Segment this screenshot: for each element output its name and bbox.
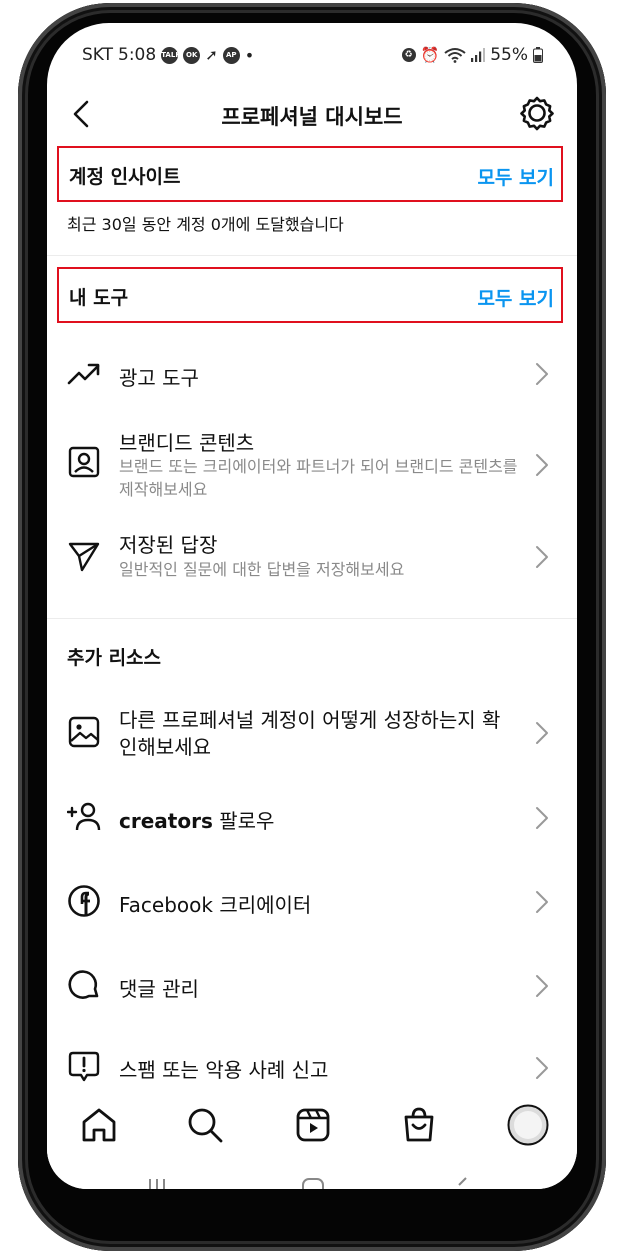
report-abuse-title: 스팸 또는 악용 사례 신고 [119, 1058, 329, 1082]
creators-name: creators [119, 809, 213, 833]
insights-see-all-link[interactable]: 모두 보기 [477, 163, 554, 190]
chevron-right-icon [536, 454, 548, 476]
image-icon [68, 716, 100, 748]
bottom-tab-bar [47, 1095, 577, 1155]
follow-label: 팔로우 [212, 809, 275, 833]
status-bar: SKT 5:08 TALK OK ➚ AP • ♻ ⏰ 55% [47, 23, 577, 83]
battery-label: 55% [490, 45, 528, 65]
report-abuse-row[interactable]: 스팸 또는 악용 사례 신고 [47, 1039, 577, 1095]
profile-avatar[interactable] [507, 1104, 549, 1146]
add-person-icon [67, 802, 101, 831]
chevron-right-icon [536, 546, 548, 568]
my-tools-header: 내 도구 모두 보기 [57, 267, 563, 323]
send-icon [68, 542, 100, 572]
ap-icon: AP [222, 46, 240, 64]
profile-card-icon [68, 446, 100, 478]
follow-creators-title: creators 팔로우 [119, 805, 274, 834]
talk-icon: TALK [161, 46, 181, 64]
account-insights-header: 계정 인사이트 모두 보기 [57, 146, 563, 202]
search-icon[interactable] [185, 1105, 225, 1145]
insights-summary: 최근 30일 동안 계정 0개에 도달했습니다 [67, 215, 344, 234]
more-resources-label: 추가 리소스 [67, 647, 162, 669]
branded-content-row[interactable]: 브랜디드 콘텐츠 브랜드 또는 크리에이터와 파트너가 되어 브랜디드 콘텐츠를… [47, 421, 577, 507]
facebook-creator-title: Facebook 크리에이터 [119, 893, 312, 917]
home-button-icon[interactable] [301, 1175, 325, 1189]
chevron-right-icon [536, 807, 548, 829]
recent-apps-icon[interactable] [147, 1175, 167, 1189]
report-icon [68, 1051, 100, 1082]
ok-icon: OK [183, 46, 201, 64]
chevron-right-icon [536, 975, 548, 997]
dot-icon: • [244, 45, 255, 65]
chevron-right-icon [536, 1057, 548, 1079]
trending-up-icon [67, 363, 100, 385]
divider [47, 618, 577, 619]
facebook-icon [68, 885, 100, 917]
comment-management-title: 댓글 관리 [119, 977, 199, 1001]
arrow-icon: ➚ [205, 46, 218, 64]
saved-replies-row[interactable]: 저장된 답장 일반적인 질문에 대한 답변을 저장해보세요 [47, 523, 577, 589]
shop-icon[interactable] [399, 1105, 439, 1145]
status-left: SKT 5:08 TALK OK ➚ AP • [82, 45, 254, 65]
follow-creators-row[interactable]: creators 팔로우 [47, 787, 577, 847]
screen: SKT 5:08 TALK OK ➚ AP • ♻ ⏰ 55% 프로페셔널 대시… [47, 23, 577, 1189]
reels-icon[interactable] [293, 1105, 333, 1145]
ad-tools-title: 광고 도구 [119, 366, 199, 390]
system-nav-bar [47, 1155, 577, 1189]
gear-icon[interactable] [519, 95, 555, 131]
status-right: ♻ ⏰ 55% [401, 45, 543, 65]
wifi-icon [444, 48, 466, 63]
facebook-creator-row[interactable]: Facebook 크리에이터 [47, 871, 577, 931]
growth-tips-title: 다른 프로페셔널 계정이 어떻게 성장하는지 확인해보세요 [119, 708, 501, 759]
page-title: 프로페셔널 대시보드 [221, 105, 403, 129]
account-insights-label: 계정 인사이트 [69, 166, 181, 188]
comment-management-row[interactable]: 댓글 관리 [47, 955, 577, 1015]
chevron-right-icon [536, 891, 548, 913]
tools-see-all-link[interactable]: 모두 보기 [477, 284, 554, 311]
branded-content-subtitle: 브랜드 또는 크리에이터와 파트너가 되어 브랜디드 콘텐츠를 제작해보세요 [119, 457, 518, 499]
my-tools-label: 내 도구 [69, 287, 129, 309]
carrier-label: SKT [82, 45, 114, 65]
branded-content-title: 브랜디드 콘텐츠 [119, 431, 255, 455]
top-bar: 프로페셔널 대시보드 [47, 83, 577, 143]
comment-icon [68, 970, 99, 999]
chevron-right-icon [536, 722, 548, 744]
growth-tips-row[interactable]: 다른 프로페셔널 계정이 어떻게 성장하는지 확인해보세요 [47, 699, 577, 765]
ad-tools-row[interactable]: 광고 도구 [47, 343, 577, 405]
clock: 5:08 [118, 45, 157, 65]
saved-replies-subtitle: 일반적인 질문에 대한 답변을 저장해보세요 [119, 560, 405, 579]
divider [47, 255, 577, 256]
saved-replies-title: 저장된 답장 [119, 533, 218, 557]
signal-icon [471, 48, 486, 62]
recycle-icon: ♻ [401, 48, 416, 62]
home-icon[interactable] [79, 1105, 119, 1145]
back-button-icon[interactable] [455, 1175, 469, 1189]
alarm-icon: ⏰ [420, 46, 440, 64]
chevron-right-icon [536, 363, 548, 385]
battery-icon [533, 47, 543, 63]
